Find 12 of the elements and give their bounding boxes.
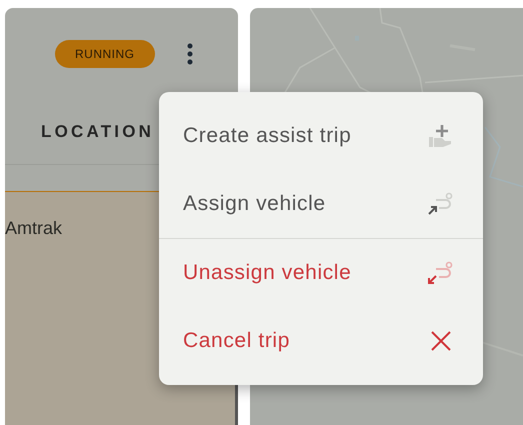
menu-item[interactable]: Create assist trip (159, 102, 483, 170)
card-title: Amtrak (5, 218, 62, 238)
status-badge: RUNNING (55, 40, 154, 68)
menu-item[interactable]: Unassign vehicle (159, 238, 483, 307)
column-header: LOCATION (41, 122, 154, 142)
route-arrow-icon (427, 261, 453, 285)
close-icon (429, 329, 453, 353)
more-menu-button[interactable] (184, 41, 194, 67)
menu-item-label: Create assist trip (183, 124, 352, 148)
hand-plus-icon (427, 123, 453, 149)
route-arrow-icon (427, 192, 453, 216)
more-vertical-icon (186, 43, 192, 65)
